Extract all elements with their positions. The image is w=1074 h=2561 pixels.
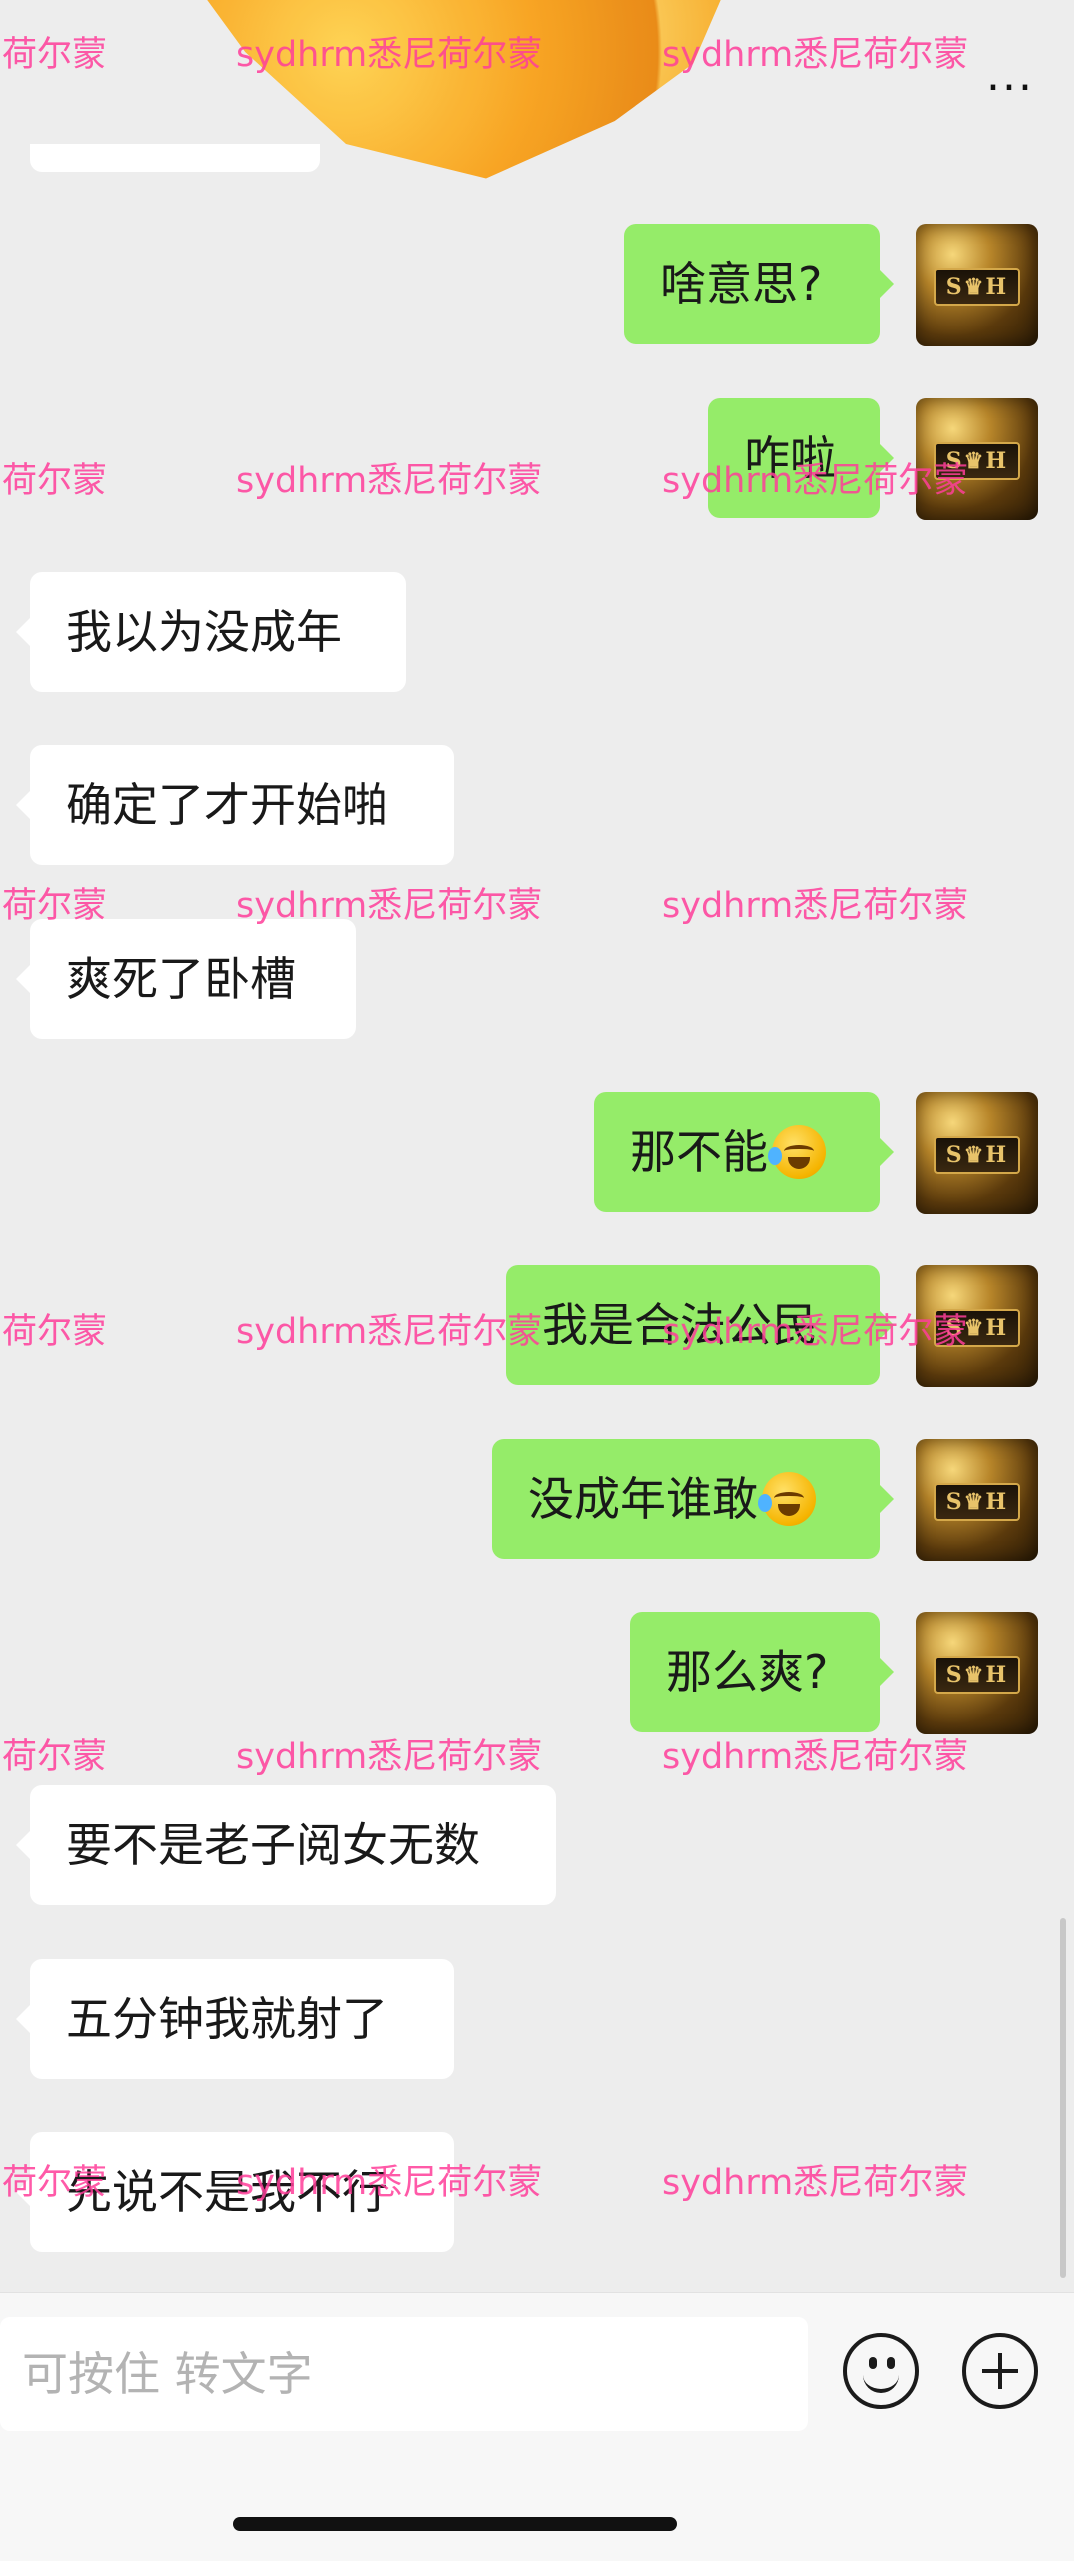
user-avatar[interactable]: S♛H xyxy=(916,224,1038,346)
message-row: 确定了才开始啪 xyxy=(0,745,1074,865)
message-text: 我以为没成年 xyxy=(66,605,342,659)
message-bubble-incoming[interactable]: 先说不是我不行 xyxy=(16,2132,454,2252)
home-indicator[interactable] xyxy=(233,2517,677,2531)
watermark-text: sydhrm悉尼荷尔蒙 xyxy=(236,1737,543,1777)
message-row: 啥意思? S♛H xyxy=(0,224,1074,346)
message-row: 我以为没成年 xyxy=(0,572,1074,692)
avatar-plate: S♛H xyxy=(934,442,1020,480)
chat-area[interactable]: ... 啥意思? S♛H 咋啦 S♛H 我以为没成年 确定了才开始啪 爽死了卧槽… xyxy=(0,0,1074,2292)
message-bubble-outgoing[interactable]: 我是合法公民 xyxy=(506,1265,894,1385)
avatar-plate: S♛H xyxy=(934,1136,1020,1174)
message-text: 啥意思? xyxy=(660,257,823,311)
avatar-plate: S♛H xyxy=(934,1483,1020,1521)
message-bubble-outgoing[interactable]: 那不能 xyxy=(594,1092,894,1212)
crying-laughing-emoji-icon xyxy=(758,1471,816,1526)
message-row: 那不能 S♛H xyxy=(0,1092,1074,1214)
message-text: 咋啦 xyxy=(744,431,836,485)
message-text: 五分钟我就射了 xyxy=(66,1992,388,2046)
message-bubble-incoming[interactable]: 要不是老子阅女无数 xyxy=(16,1785,556,1905)
crying-laughing-emoji-icon xyxy=(768,1124,826,1179)
user-avatar[interactable]: S♛H xyxy=(916,1092,1038,1214)
message-bubble-incoming[interactable]: 爽死了卧槽 xyxy=(16,919,356,1039)
message-bubble-outgoing[interactable]: 啥意思? xyxy=(624,224,894,344)
message-bubble-incoming[interactable]: 确定了才开始啪 xyxy=(16,745,454,865)
message-text: 爽死了卧槽 xyxy=(66,952,296,1006)
message-text: 要不是老子阅女无数 xyxy=(66,1818,480,1872)
message-row: 没成年谁敢 S♛H xyxy=(0,1439,1074,1561)
message-text: 我是合法公民 xyxy=(542,1298,818,1352)
message-row: 五分钟我就射了 xyxy=(0,1959,1074,2079)
message-bubble-outgoing[interactable]: 那么爽? xyxy=(630,1612,894,1732)
message-text: 那么爽? xyxy=(666,1645,829,1699)
message-bubble-incoming[interactable]: 我以为没成年 xyxy=(16,572,406,692)
plus-button[interactable] xyxy=(962,2333,1038,2409)
message-bubble-incoming[interactable]: 五分钟我就射了 xyxy=(16,1959,454,2079)
message-row: 我是合法公民 S♛H xyxy=(0,1265,1074,1387)
avatar-plate: S♛H xyxy=(934,1309,1020,1347)
input-bar: 可按住 转文字 xyxy=(0,2292,1074,2561)
avatar-plate: S♛H xyxy=(934,268,1020,306)
scrollbar[interactable] xyxy=(1060,1918,1066,2278)
message-row: 先说不是我不行 xyxy=(0,2132,1074,2252)
message-text: 确定了才开始啪 xyxy=(66,778,388,832)
emoji-button[interactable] xyxy=(843,2333,919,2409)
message-row: 爽死了卧槽 xyxy=(0,919,1074,1039)
message-text: 没成年谁敢 xyxy=(528,1472,758,1526)
message-text: 那不能 xyxy=(630,1125,768,1179)
message-row: 要不是老子阅女无数 xyxy=(0,1785,1074,1905)
watermark-text: 荷尔蒙 xyxy=(2,1737,108,1777)
avatar-plate: S♛H xyxy=(934,1656,1020,1694)
more-options-button[interactable]: ... xyxy=(986,50,1034,101)
previous-message-bubble xyxy=(30,144,320,172)
message-text: 先说不是我不行 xyxy=(66,2165,388,2219)
watermark-text: 荷尔蒙 xyxy=(2,35,108,75)
watermark-text: sydhrm悉尼荷尔蒙 xyxy=(662,1737,969,1777)
user-avatar[interactable]: S♛H xyxy=(916,1265,1038,1387)
user-avatar[interactable]: S♛H xyxy=(916,1612,1038,1734)
message-row: 那么爽? S♛H xyxy=(0,1612,1074,1734)
message-bubble-outgoing[interactable]: 没成年谁敢 xyxy=(492,1439,894,1559)
message-bubble-outgoing[interactable]: 咋啦 xyxy=(708,398,894,518)
user-avatar[interactable]: S♛H xyxy=(916,398,1038,520)
watermark-text: sydhrm悉尼荷尔蒙 xyxy=(662,35,969,75)
user-avatar[interactable]: S♛H xyxy=(916,1439,1038,1561)
message-input[interactable]: 可按住 转文字 xyxy=(0,2317,808,2431)
message-row: 咋啦 S♛H xyxy=(0,398,1074,520)
